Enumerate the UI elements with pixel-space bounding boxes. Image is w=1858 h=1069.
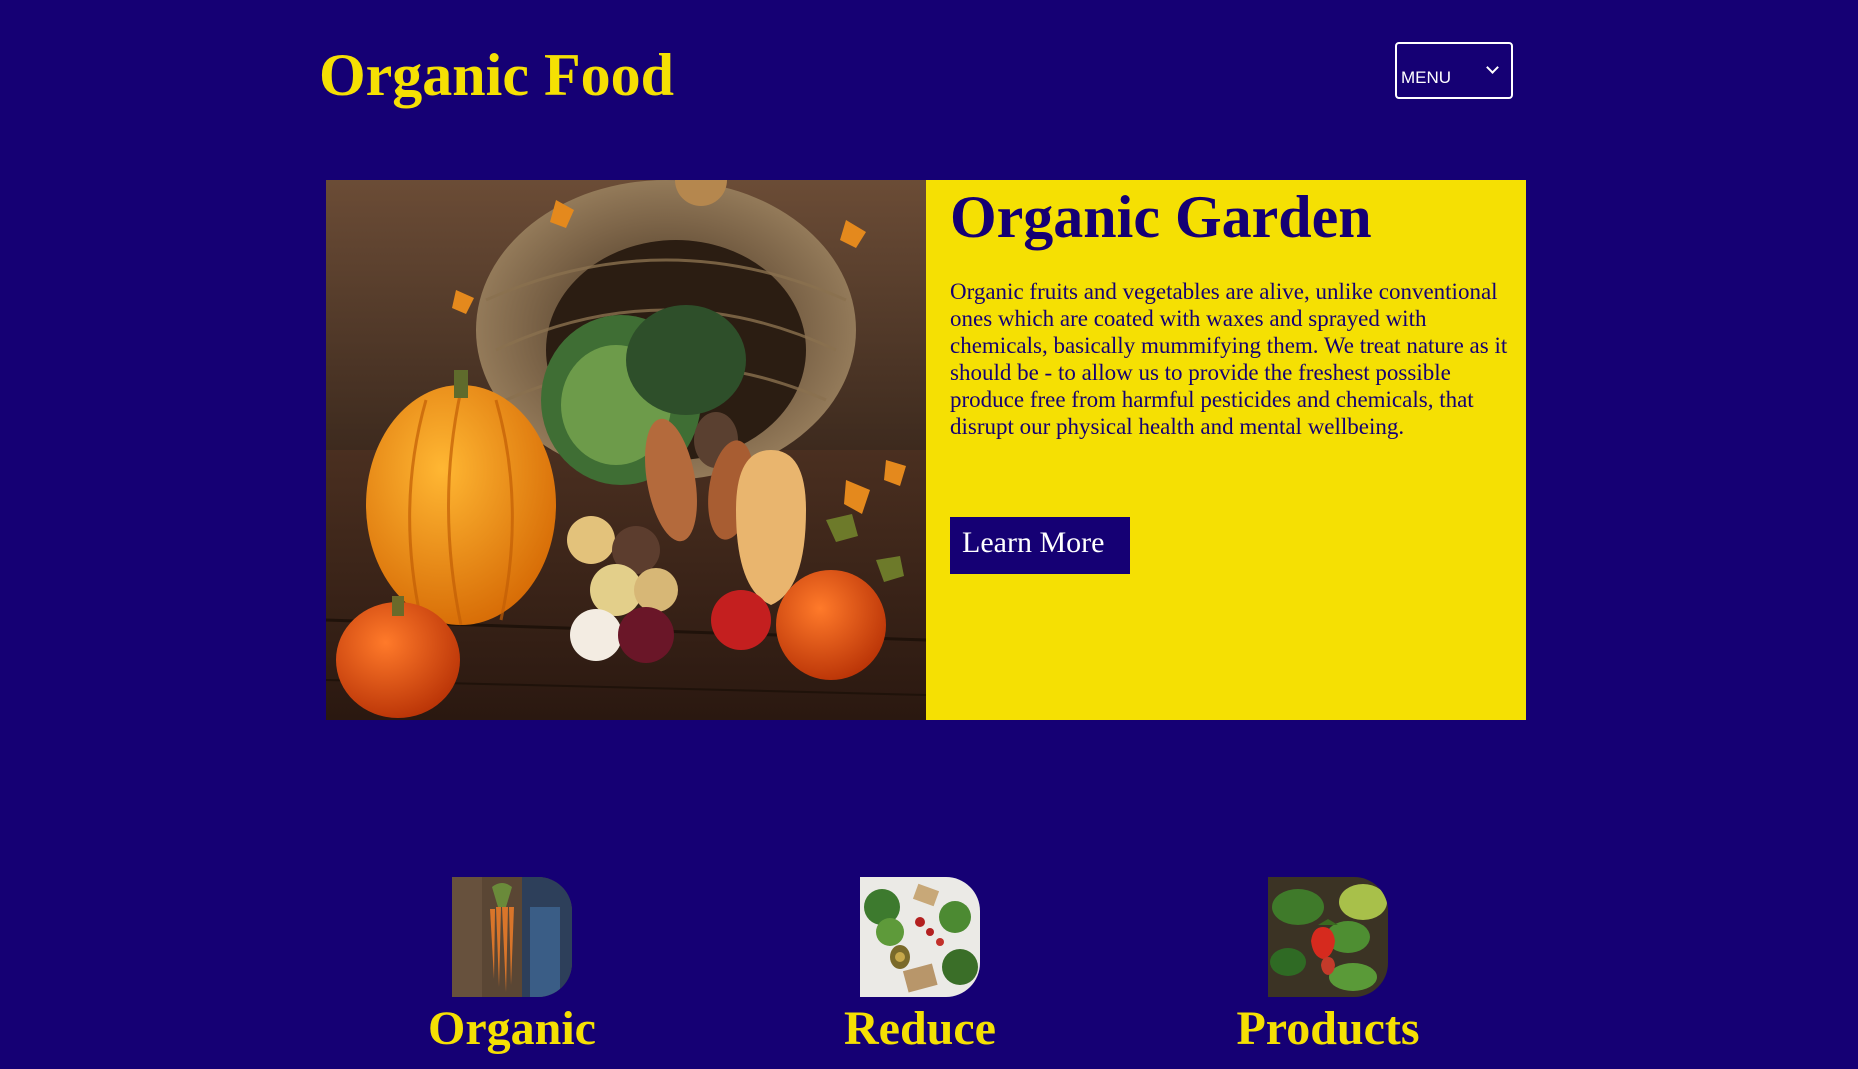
hero-description: Organic fruits and vegetables are alive,…	[950, 279, 1508, 439]
hero-image	[326, 180, 926, 720]
hero-section: Organic Garden Organic fruits and vegeta…	[326, 180, 1526, 720]
vegetables-flatlay-image	[860, 877, 980, 997]
learn-more-button[interactable]: Learn More	[950, 517, 1130, 574]
hero-title: Organic Garden	[950, 184, 1372, 250]
harvest-basket-image	[326, 180, 926, 720]
feature-products-image	[1268, 877, 1388, 997]
feature-products-label: Products	[1236, 1002, 1420, 1055]
carrots-image	[452, 877, 572, 997]
feature-reduce-image	[860, 877, 980, 997]
menu-select[interactable]: MENU	[1395, 42, 1513, 99]
feature-reduce-label: Reduce	[844, 1002, 996, 1055]
strawberry-plant-image	[1268, 877, 1388, 997]
feature-organic[interactable]: Organic	[382, 877, 642, 1056]
feature-products[interactable]: Products	[1198, 877, 1458, 1056]
site-title: Organic Food	[319, 42, 674, 108]
menu-select-value: MENU	[1401, 68, 1452, 87]
chevron-down-icon	[1486, 61, 1499, 74]
hero-content-panel: Organic Garden Organic fruits and vegeta…	[926, 180, 1526, 720]
feature-organic-label: Organic	[428, 1002, 596, 1055]
feature-reduce[interactable]: Reduce	[790, 877, 1050, 1056]
feature-organic-image	[452, 877, 572, 997]
